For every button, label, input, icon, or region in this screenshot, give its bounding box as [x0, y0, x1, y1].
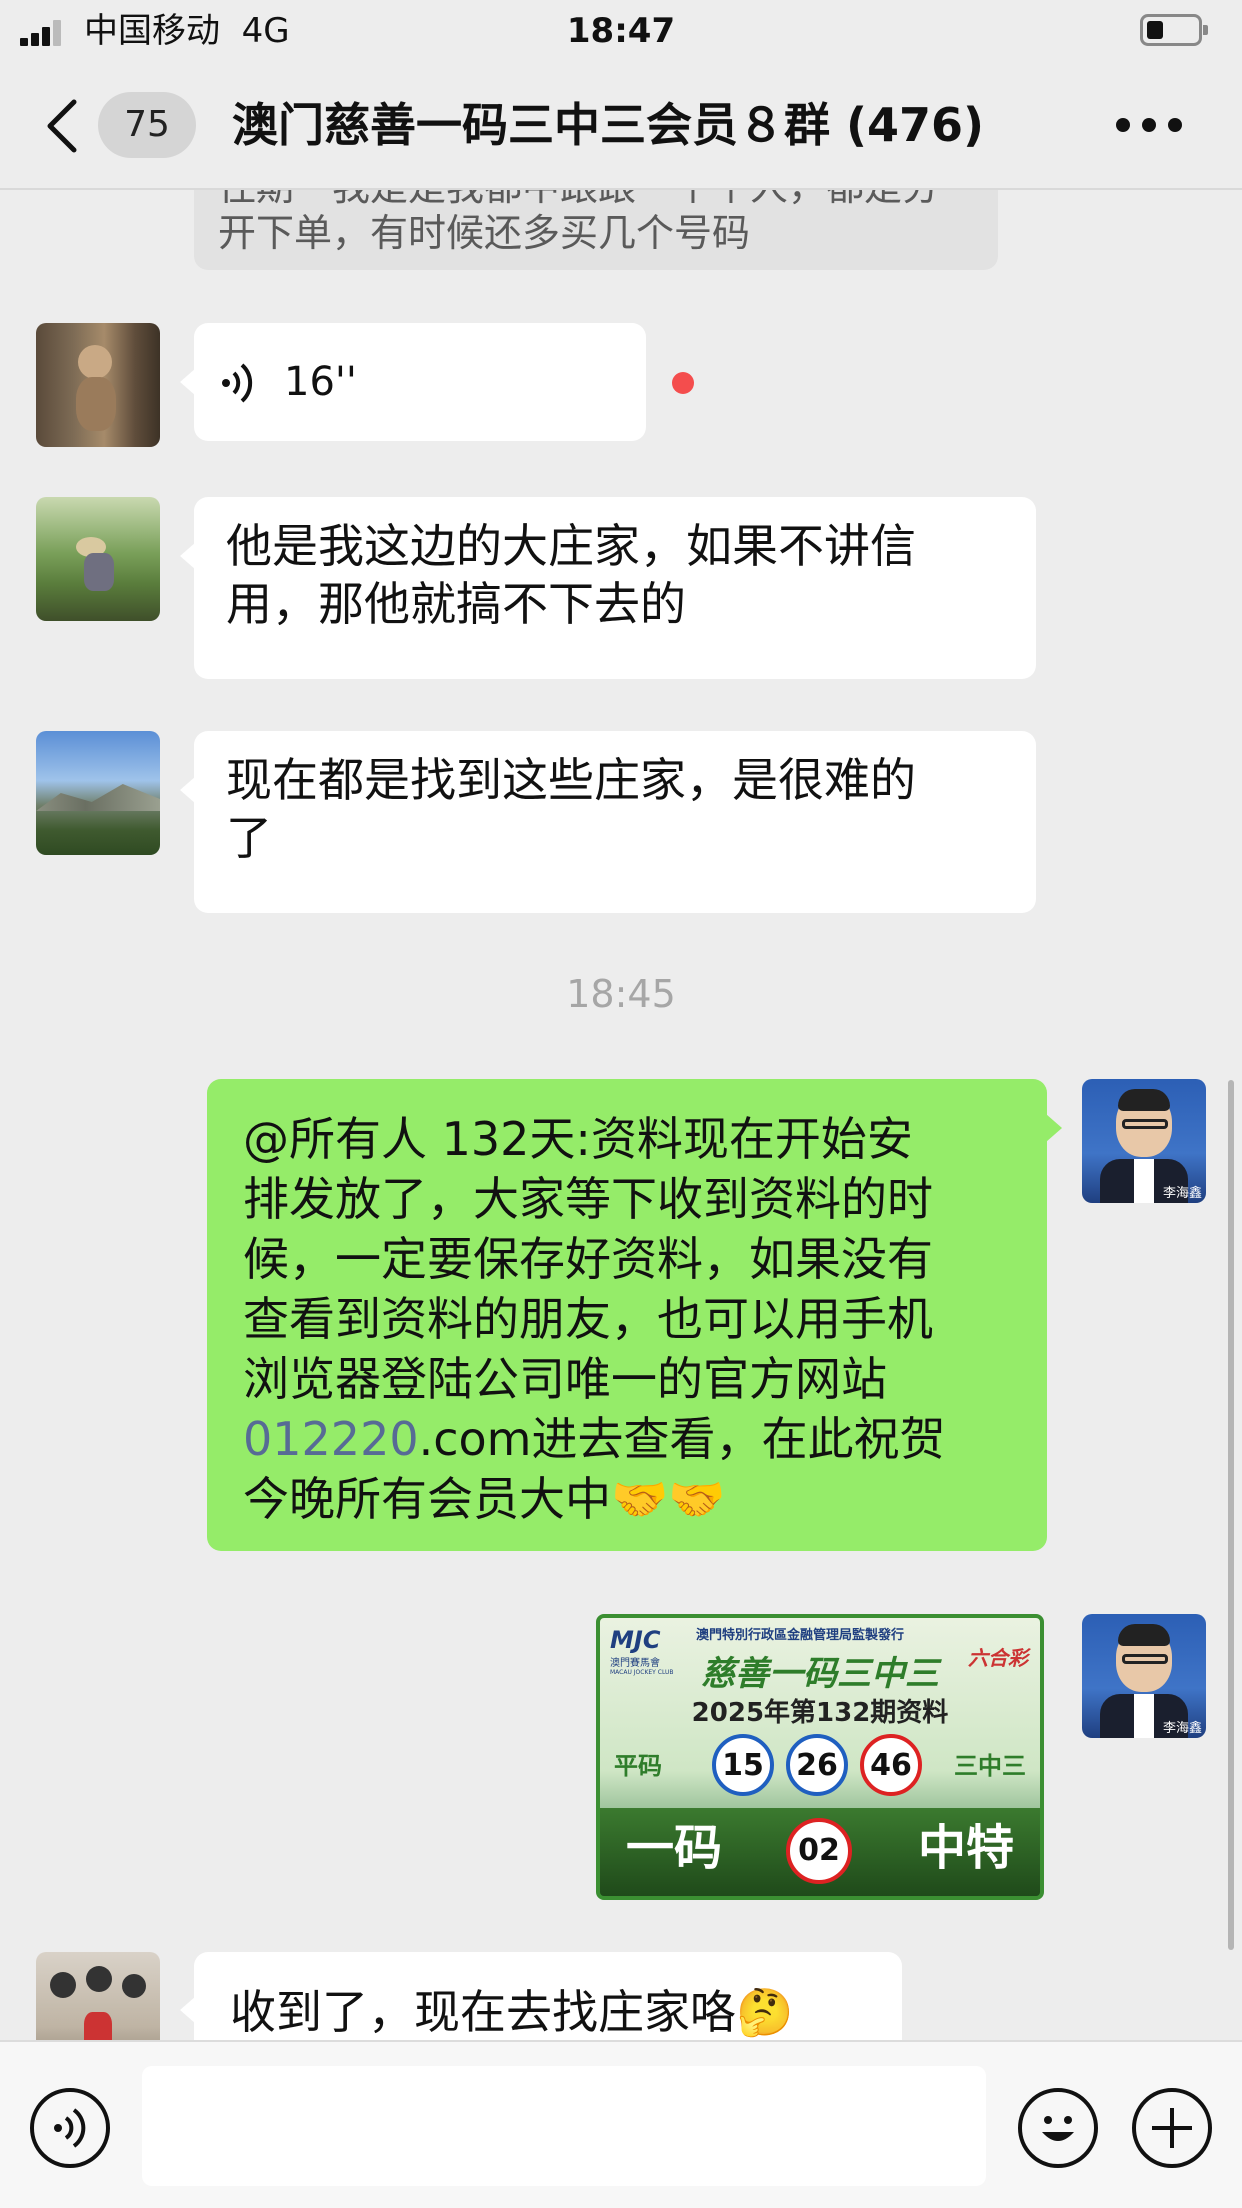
voice-input-icon[interactable] — [30, 2088, 110, 2168]
back-chevron-icon[interactable] — [40, 96, 90, 156]
message-text: 他是我这边的大庄家，如果不讲信 — [226, 519, 916, 573]
avatar-figures[interactable] — [36, 1952, 160, 2040]
avatar-self[interactable]: 李海鑫 — [1082, 1614, 1206, 1738]
poster-top-text: 澳門特別行政區金融管理局監製發行 — [696, 1628, 905, 1643]
status-bar: 中国移动 4G 18:47 — [0, 0, 1242, 62]
voice-message[interactable]: 16'' — [194, 323, 646, 441]
message-bubble-partial[interactable]: 往期一我是是我都中跟跟一个个人，都是分 开下单，有时候还多买几个号码 — [194, 190, 998, 270]
avatar-farmer[interactable] — [36, 497, 160, 621]
lottery-poster-image[interactable]: MJC 澳門賽馬會 MACAU JOCKEY CLUB 澳門特別行政區金融管理局… — [596, 1614, 1044, 1900]
message-text: @所有人 132天:资料现在开始安 — [243, 1112, 913, 1166]
special-number-ball: 02 — [786, 1818, 852, 1884]
poster-title: 慈善一码三中三 — [701, 1654, 939, 1694]
plus-icon[interactable] — [1132, 2088, 1212, 2168]
scrollbar[interactable] — [1228, 1080, 1234, 1950]
battery-icon — [1140, 14, 1208, 46]
poster-left-label: 平码 — [614, 1752, 662, 1780]
avatar-name-label: 李海鑫 — [1162, 1186, 1202, 1201]
message-text: 排发放了，大家等下收到资料的时 — [243, 1172, 933, 1226]
message-text: 了 — [226, 811, 272, 865]
website-link[interactable]: 012220 — [243, 1412, 419, 1466]
poster-subtitle: 2025年第132期资料 — [691, 1698, 949, 1728]
chat-area[interactable]: 往期一我是是我都中跟跟一个个人，都是分 开下单，有时候还多买几个号码 16'' … — [0, 190, 1242, 2040]
unread-count-badge[interactable]: 75 — [98, 92, 196, 158]
number-ball: 15 — [712, 1734, 774, 1796]
unread-dot — [672, 372, 694, 394]
message-text: 往期一我是是我都中跟跟一个个人，都是分 — [218, 190, 974, 210]
avatar-monkey[interactable] — [36, 323, 160, 447]
poster-bottom-right: 中特 — [917, 1820, 1014, 1876]
message-text: 开下单，有时候还多买几个号码 — [218, 211, 751, 255]
message-input[interactable] — [142, 2066, 986, 2186]
poster-bottom-left: 一码 — [626, 1820, 723, 1876]
message-bubble-sent[interactable]: @所有人 132天:资料现在开始安 排发放了，大家等下收到资料的时 候，一定要保… — [207, 1079, 1047, 1551]
voice-duration: 16'' — [284, 359, 357, 405]
timestamp: 18:45 — [566, 972, 676, 1016]
voice-wave-icon — [222, 363, 253, 403]
more-icon[interactable] — [1116, 118, 1186, 134]
emoji-icon[interactable] — [1018, 2088, 1098, 2168]
message-bubble[interactable]: 收到了，现在去找庄家咯🤔 — [194, 1952, 902, 2040]
chat-header: 75 澳门慈善一码三中三会员８群 (476) — [0, 62, 1242, 190]
message-text: 候，一定要保存好资料，如果没有 — [243, 1232, 933, 1286]
avatar-name-label: 李海鑫 — [1162, 1721, 1202, 1736]
message-text: 用，那他就搞不下去的 — [226, 577, 686, 631]
message-bubble[interactable]: 现在都是找到这些庄家，是很难的 了 — [194, 731, 1036, 913]
message-text: .com进去查看，在此祝贺 — [418, 1412, 946, 1466]
chat-title: 澳门慈善一码三中三会员８群 (476) — [232, 98, 985, 152]
message-text: 浏览器登陆公司唯一的官方网站 — [243, 1352, 887, 1406]
number-ball: 46 — [860, 1734, 922, 1796]
avatar-mountain[interactable] — [36, 731, 160, 855]
message-text: 查看到资料的朋友，也可以用手机 — [243, 1292, 933, 1346]
number-ball: 26 — [786, 1734, 848, 1796]
message-text: 今晚所有会员大中🤝🤝 — [243, 1472, 726, 1526]
input-bar — [0, 2040, 1242, 2208]
message-text: 现在都是找到这些庄家，是很难的 — [226, 753, 916, 807]
status-time: 18:47 — [566, 11, 676, 51]
poster-right-label: 三中三 — [954, 1752, 1026, 1780]
message-text: 收到了，现在去找庄家咯🤔 — [230, 1985, 794, 2039]
message-bubble[interactable]: 他是我这边的大庄家，如果不讲信 用，那他就搞不下去的 — [194, 497, 1036, 679]
avatar-self[interactable]: 李海鑫 — [1082, 1079, 1206, 1203]
